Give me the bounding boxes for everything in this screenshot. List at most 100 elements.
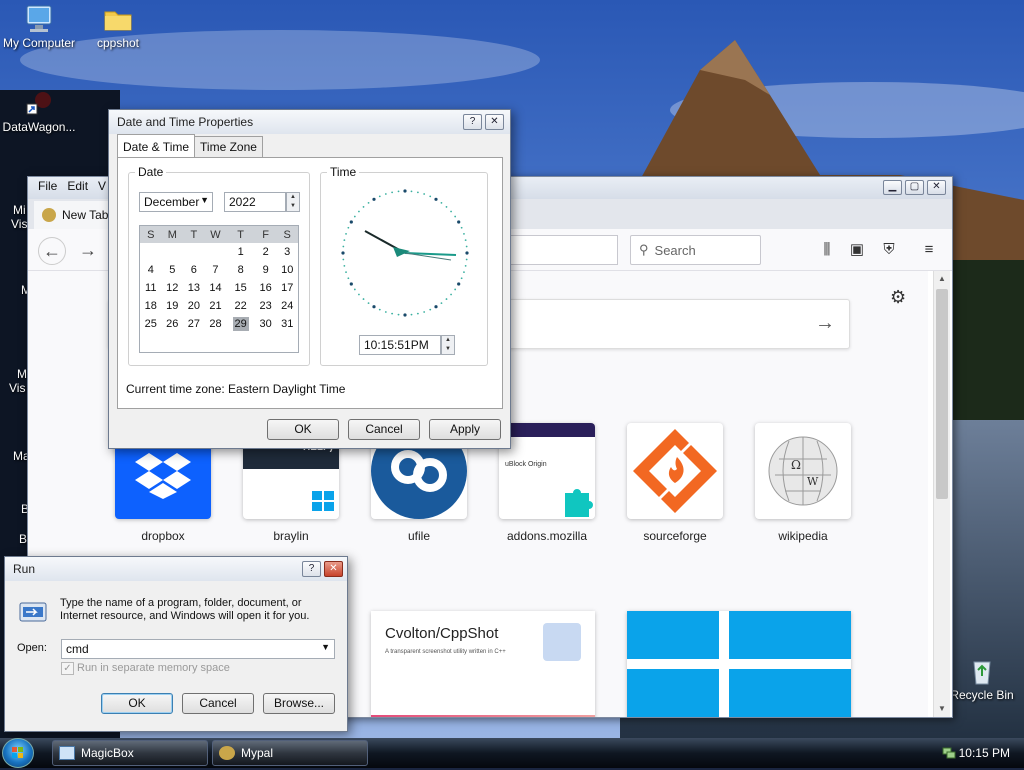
- calendar-day[interactable]: 22: [226, 297, 255, 315]
- back-button[interactable]: ←: [38, 237, 66, 265]
- run-dialog: Run ? ✕ Type the name of a program, fold…: [4, 556, 348, 732]
- close-button[interactable]: ✕: [324, 561, 343, 577]
- calendar-day[interactable]: 23: [255, 297, 277, 315]
- calendar-day[interactable]: 29: [226, 315, 255, 333]
- calendar-day[interactable]: 31: [276, 315, 298, 333]
- calendar-day[interactable]: 16: [255, 279, 277, 297]
- time-spinner[interactable]: ▲ ▼: [441, 335, 455, 355]
- open-combobox[interactable]: cmd ▼: [61, 639, 335, 659]
- calendar-day[interactable]: 4: [140, 261, 162, 279]
- cancel-button[interactable]: Cancel: [182, 693, 254, 714]
- minimize-button[interactable]: ▁: [883, 180, 902, 195]
- page-scrollbar[interactable]: ▲ ▼: [933, 271, 950, 717]
- calendar-day[interactable]: 21: [205, 297, 227, 315]
- search-box[interactable]: ⚲ Search: [630, 235, 761, 265]
- taskbar-clock[interactable]: 10:15 PM: [959, 746, 1010, 760]
- year-field[interactable]: 2022: [224, 192, 286, 212]
- desktop-icon-cppshot[interactable]: cppshot: [76, 4, 160, 50]
- pocket-card-cppshot[interactable]: Cvolton/CppShot A transparent screenshot…: [371, 611, 595, 717]
- cancel-button[interactable]: Cancel: [348, 419, 420, 440]
- ok-button[interactable]: OK: [101, 693, 173, 714]
- start-button[interactable]: [2, 738, 34, 768]
- apply-button[interactable]: Apply: [429, 419, 501, 440]
- sourceforge-icon: [633, 429, 717, 513]
- calendar-day[interactable]: 17: [276, 279, 298, 297]
- calendar-day[interactable]: 10: [276, 261, 298, 279]
- sidebar-icon[interactable]: ▣: [846, 239, 868, 261]
- network-icon[interactable]: [942, 745, 956, 759]
- calendar-day[interactable]: 25: [140, 315, 162, 333]
- calendar-day[interactable]: 14: [205, 279, 227, 297]
- library-icon[interactable]: ⫼: [816, 239, 838, 261]
- calendar-day[interactable]: 6: [183, 261, 205, 279]
- taskbar-item-magicbox[interactable]: MagicBox: [52, 740, 208, 766]
- ok-button[interactable]: OK: [267, 419, 339, 440]
- forward-button[interactable]: →: [74, 237, 102, 265]
- weekday-header: S: [276, 226, 298, 243]
- maximize-button[interactable]: ▢: [905, 180, 924, 195]
- calendar-day[interactable]: 7: [205, 261, 227, 279]
- tile-label: ufile: [407, 529, 430, 543]
- ublock-icon[interactable]: ⛨: [878, 239, 900, 261]
- scroll-thumb[interactable]: [936, 289, 948, 499]
- clock-tick: [403, 189, 407, 193]
- dialog-tabs: Date & Time Time Zone: [117, 134, 263, 157]
- separate-memory-checkbox[interactable]: ✓: [61, 662, 74, 675]
- calendar-day[interactable]: 3: [276, 243, 298, 261]
- menu-hamburger-icon[interactable]: ≡: [918, 239, 940, 261]
- help-button[interactable]: ?: [463, 114, 482, 130]
- taskbar-item-mypal[interactable]: Mypal: [212, 740, 368, 766]
- clock-tick: [347, 226, 350, 229]
- svg-text:W: W: [807, 475, 819, 488]
- month-dropdown[interactable]: December ▼: [139, 192, 213, 212]
- go-arrow-icon[interactable]: →: [815, 312, 835, 335]
- calendar-day[interactable]: 30: [255, 315, 277, 333]
- menu-edit[interactable]: Edit: [67, 179, 88, 193]
- calendar-day[interactable]: 27: [183, 315, 205, 333]
- calendar-day[interactable]: 13: [183, 279, 205, 297]
- partial-desktop-label: B: [19, 532, 28, 546]
- calendar-day[interactable]: 9: [255, 261, 277, 279]
- chevron-down-icon: ▼: [321, 642, 330, 652]
- desktop-icon-my-computer[interactable]: My Computer: [0, 4, 81, 50]
- calendar-day[interactable]: 20: [183, 297, 205, 315]
- help-button[interactable]: ?: [302, 561, 321, 577]
- year-spinner[interactable]: ▲ ▼: [286, 192, 300, 212]
- dialog-title: Date and Time Properties: [117, 115, 254, 129]
- scroll-down-arrow[interactable]: ▼: [934, 701, 950, 717]
- pocket-card-windows[interactable]: [627, 611, 851, 717]
- browse-button[interactable]: Browse...: [263, 693, 335, 714]
- gear-icon[interactable]: ⚙: [890, 287, 906, 308]
- menu-file[interactable]: File: [38, 179, 57, 193]
- calendar-day[interactable]: 8: [226, 261, 255, 279]
- calendar-day[interactable]: 12: [162, 279, 184, 297]
- calendar-grid[interactable]: SMTWTFS 1 2 3 4 5 6 7 8 9 10 11 12 13 14 15 16 17 18 19 20 2…: [139, 225, 299, 353]
- scroll-up-arrow[interactable]: ▲: [934, 271, 950, 287]
- calendar-day[interactable]: 19: [162, 297, 184, 315]
- calendar-day[interactable]: 5: [162, 261, 184, 279]
- close-button[interactable]: ✕: [485, 114, 504, 130]
- calendar-day[interactable]: 15: [226, 279, 255, 297]
- top-site-wikipedia[interactable]: Ω W wikipedia: [755, 423, 851, 543]
- desktop-icon-datawagon[interactable]: DataWagon...: [0, 88, 81, 134]
- calendar-day[interactable]: 1: [226, 243, 255, 261]
- clock-tick: [416, 191, 419, 194]
- taskbar-item-label: Mypal: [241, 746, 274, 760]
- menu-view[interactable]: V: [98, 179, 106, 193]
- calendar-day[interactable]: 2: [255, 243, 277, 261]
- calendar-day[interactable]: 28: [205, 315, 227, 333]
- clock-tick: [397, 313, 400, 316]
- top-site-sourceforge[interactable]: sourceforge: [627, 423, 723, 543]
- calendar-day[interactable]: 11: [140, 279, 162, 297]
- close-button[interactable]: ✕: [927, 180, 946, 195]
- tab-time-zone[interactable]: Time Zone: [194, 136, 263, 157]
- tab-date-time[interactable]: Date & Time: [117, 134, 196, 157]
- calendar-day[interactable]: 24: [276, 297, 298, 315]
- top-site-addons-mozilla[interactable]: uBlock Origin addons.mozilla: [499, 423, 595, 543]
- year-value: 2022: [229, 195, 256, 209]
- clock-tick: [362, 298, 365, 300]
- calendar-day[interactable]: 18: [140, 297, 162, 315]
- time-field[interactable]: 10:15:51PM: [359, 335, 441, 355]
- timezone-label: Current time zone: Eastern Daylight Time: [126, 382, 346, 396]
- calendar-day[interactable]: 26: [162, 315, 184, 333]
